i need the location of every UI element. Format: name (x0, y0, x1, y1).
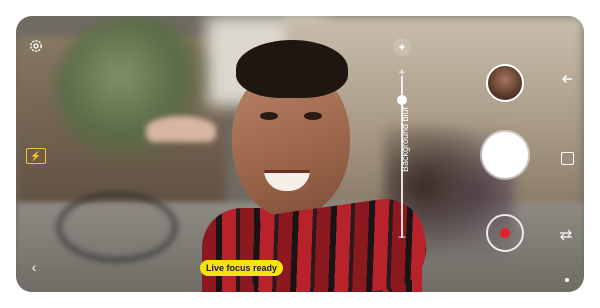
bokeh-effect-icon[interactable]: ✦ (393, 38, 411, 56)
live-focus-toast: Live focus ready (200, 260, 284, 276)
square-icon[interactable] (561, 152, 574, 165)
shutter-button[interactable] (482, 132, 528, 178)
gear-icon[interactable] (26, 36, 46, 56)
chevron-left-icon[interactable]: ‹ (26, 258, 42, 276)
slider-minus[interactable]: – (396, 230, 408, 242)
page-indicator-dot (565, 278, 569, 282)
back-arrow-icon[interactable] (560, 72, 574, 86)
record-dot (500, 228, 510, 238)
background-blur-label: Background blur (400, 106, 410, 172)
camera-viewfinder[interactable]: ⚡ ‹ ✦ + – Background blur Live focus rea… (16, 16, 584, 292)
gallery-thumbnail[interactable] (486, 64, 524, 102)
flash-off-icon[interactable]: ⚡ (26, 148, 46, 164)
switch-camera-icon[interactable] (558, 228, 574, 242)
record-button[interactable] (486, 214, 524, 252)
